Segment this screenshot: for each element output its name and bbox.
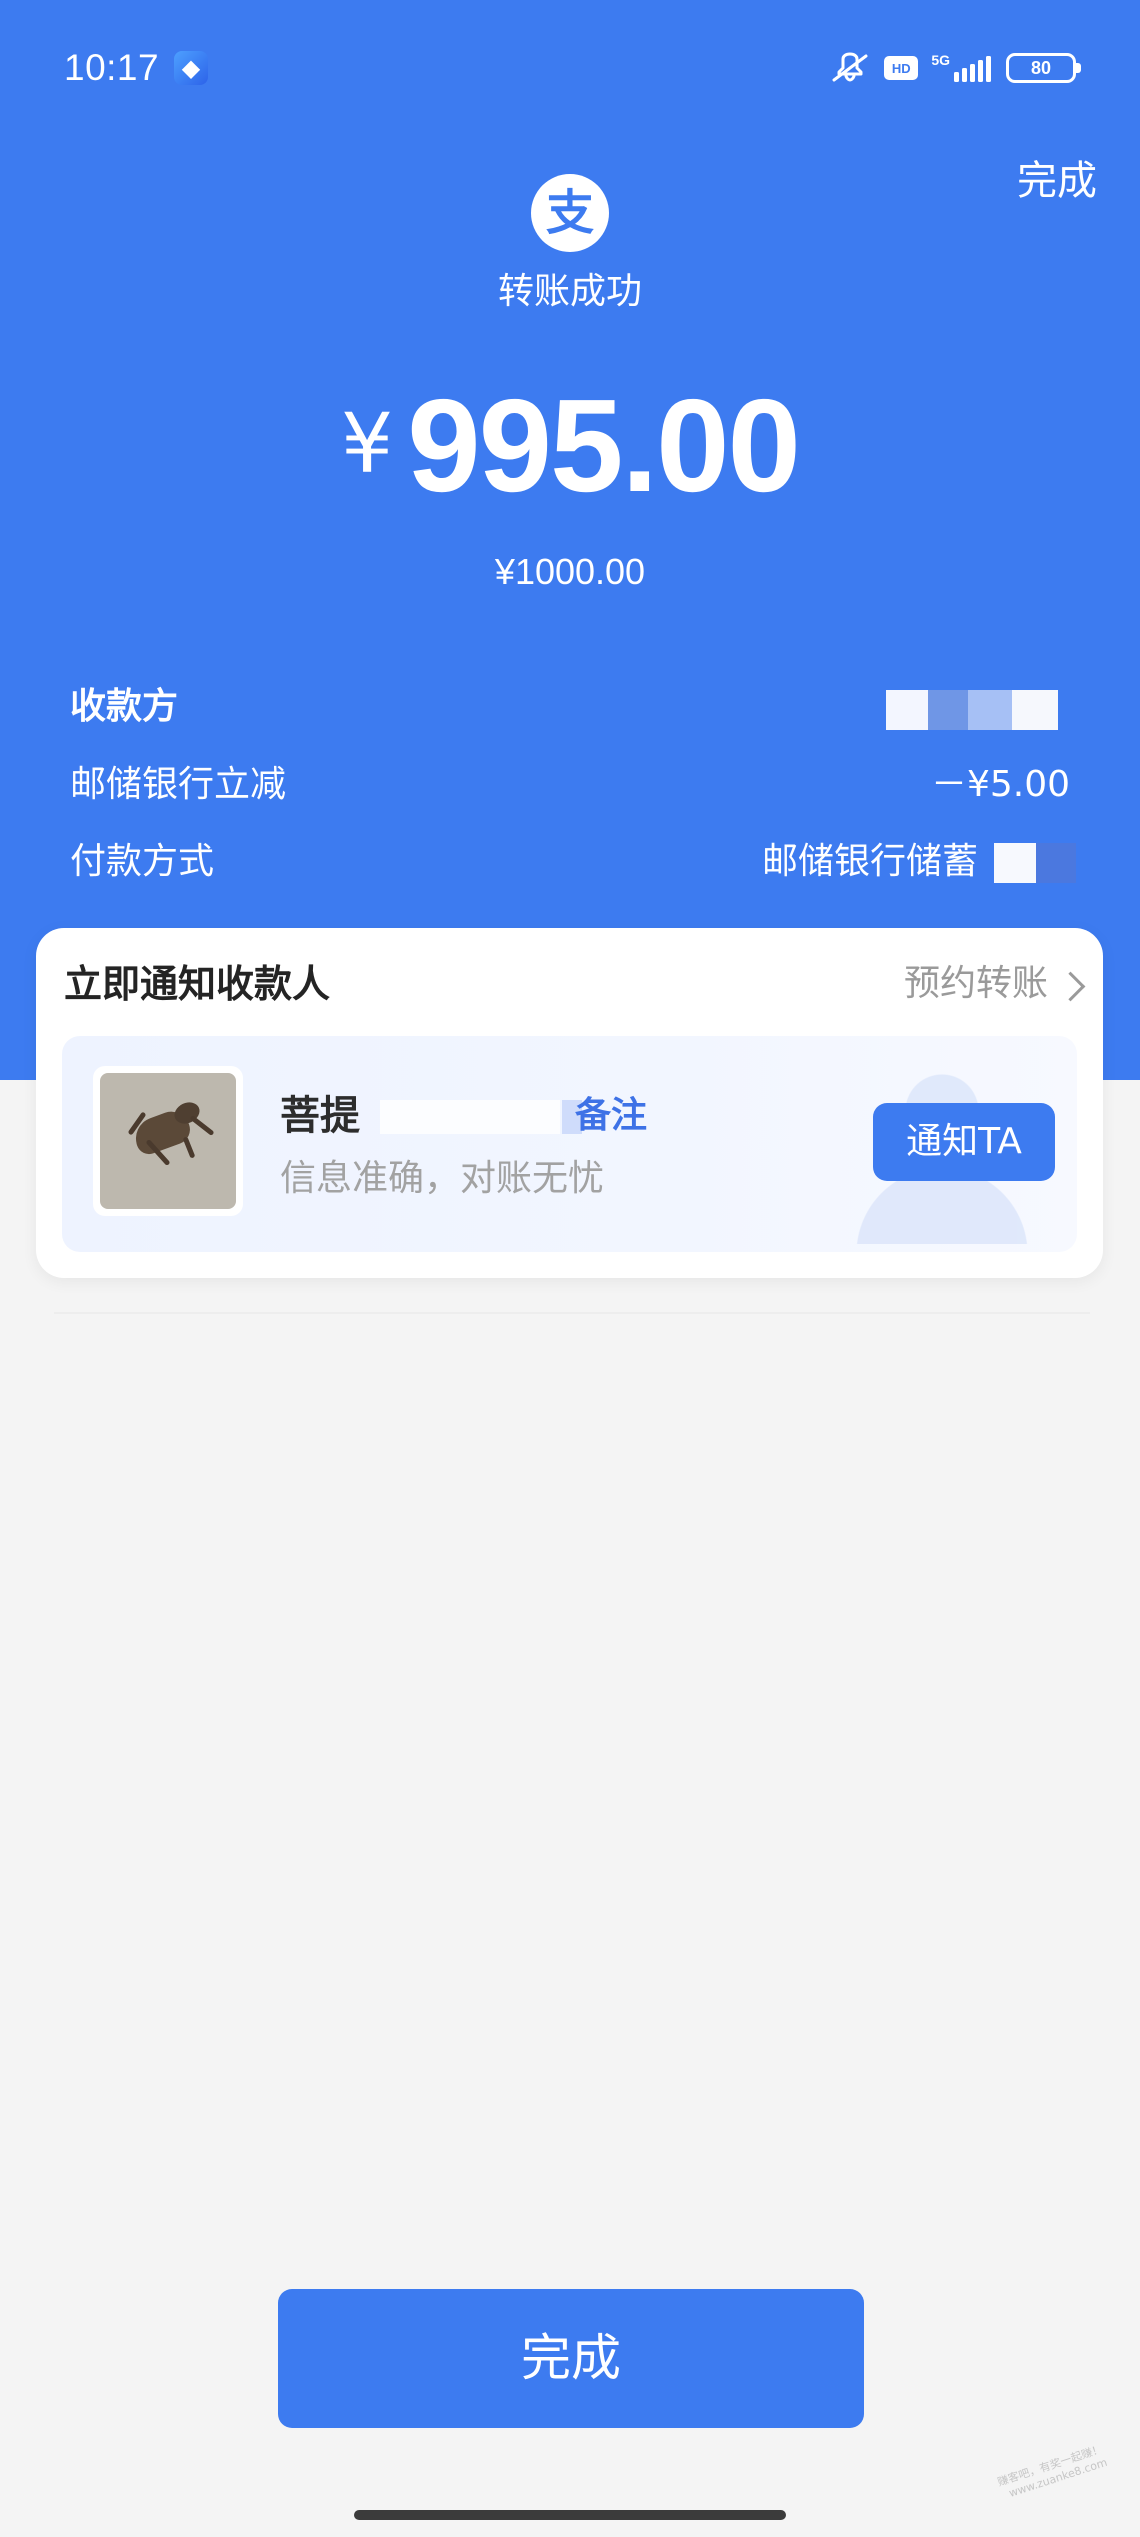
signal-group: 5G [931, 53, 993, 83]
mute-icon [832, 52, 868, 82]
status-bar: 10:17 ◆ HD 5G 80 [64, 42, 1081, 94]
discount-row: 邮储银行立减 －¥5.00 [70, 759, 1070, 811]
network-type: 5G [931, 52, 950, 68]
signal-icon [954, 56, 991, 82]
notify-card-title: 立即通知收款人 [64, 962, 331, 1006]
done-button[interactable]: 完成 [278, 2289, 864, 2428]
blue-header: 10:17 ◆ HD 5G 80 完成 支 转账成功 ¥ 995.00 ¥100… [0, 0, 1140, 1080]
schedule-transfer-label: 预约转账 [903, 963, 1048, 1004]
payment-success-screen: 10:17 ◆ HD 5G 80 完成 支 转账成功 ¥ 995.00 ¥100… [0, 0, 1140, 2537]
payee-row: 收款方 [70, 681, 1070, 733]
hd-badge: HD [884, 56, 919, 80]
remark-link[interactable]: 备注 [575, 1088, 647, 1144]
recipient-inner-card: 菩提 备注 信息准确，对账无忧 通知TA [62, 1036, 1077, 1252]
discount-value: －¥5.00 [930, 764, 1070, 805]
chevron-right-icon [1055, 971, 1086, 1001]
payment-method-label: 付款方式 [70, 841, 215, 882]
currency-symbol: ¥ [341, 397, 394, 492]
success-title: 转账成功 [497, 271, 642, 312]
frog-avatar-image [100, 1073, 236, 1209]
payee-label: 收款方 [70, 686, 179, 727]
recipient-name-mask [380, 1100, 560, 1134]
status-icons: HD 5G 80 [829, 42, 1081, 94]
content-divider [54, 1312, 1090, 1314]
discount-label: 邮储银行立减 [70, 764, 287, 805]
avatar [93, 1066, 243, 1216]
watermark: 赚客吧，有奖一起赚！ www.zuanke8.com [967, 2442, 1116, 2533]
alipay-logo-icon: 支 [531, 174, 609, 252]
home-indicator[interactable] [354, 2510, 786, 2520]
payee-masked-value [886, 690, 1058, 730]
recipient-name-prefix: 菩提 [280, 1093, 360, 1139]
notify-ta-button[interactable]: 通知TA [873, 1103, 1055, 1181]
battery-level: 80 [1030, 57, 1052, 78]
top-done-button[interactable]: 完成 [1017, 155, 1097, 207]
payment-method-row: 付款方式 邮储银行储蓄 [70, 836, 1070, 888]
notify-recipient-card: 立即通知收款人 预约转账 菩提 备注 信息准确，对账无忧 通知TA [36, 928, 1103, 1278]
paid-amount: 995.00 [407, 372, 801, 519]
accuracy-subtext: 信息准确，对账无忧 [280, 1158, 605, 1199]
schedule-transfer-link[interactable]: 预约转账 [903, 958, 1086, 1010]
recipient-name-line: 菩提 备注 [280, 1088, 690, 1144]
battery-tip [1076, 63, 1081, 73]
payment-method-value: 邮储银行储蓄 [761, 841, 978, 882]
battery-icon: 80 [1006, 53, 1081, 83]
original-amount: ¥1000.00 [494, 551, 646, 592]
status-time: 10:17 [64, 47, 160, 88]
paid-amount-group: ¥ 995.00 [0, 380, 1140, 512]
app-icon: ◆ [174, 51, 208, 85]
payment-method-masked-tail [994, 843, 1076, 883]
